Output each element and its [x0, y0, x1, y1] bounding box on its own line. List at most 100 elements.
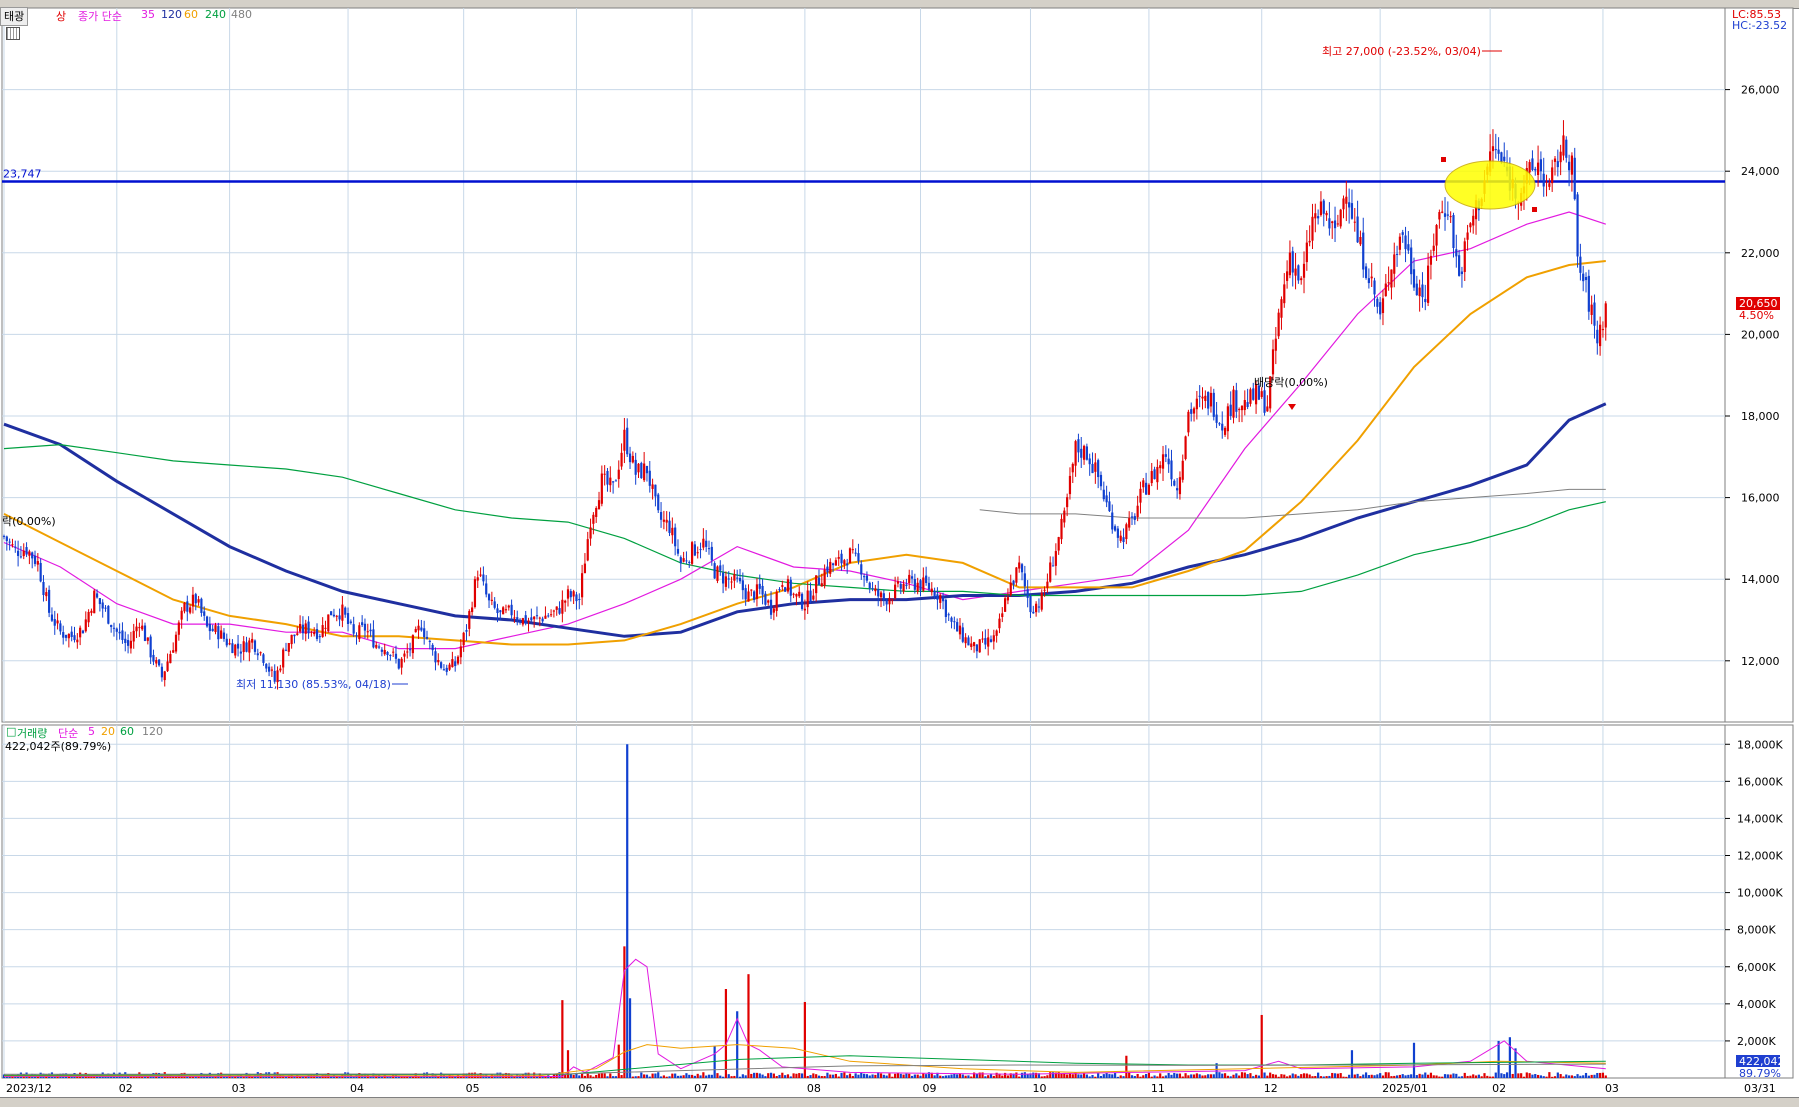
candle-body	[879, 592, 883, 598]
candle-body	[104, 607, 107, 609]
candle-body	[1128, 518, 1131, 528]
ma-period-240[interactable]: 240	[205, 8, 226, 21]
candle-body	[722, 572, 725, 584]
volume-bar	[1176, 1073, 1179, 1078]
volume-bar	[1353, 1074, 1356, 1078]
ma-period-60[interactable]: 60	[184, 8, 198, 21]
volume-ma-5[interactable]: 5	[88, 725, 95, 738]
candle-body	[408, 649, 412, 651]
ma-period-35[interactable]: 35	[141, 8, 155, 21]
volume-bar	[1325, 1076, 1328, 1078]
volume-bar	[730, 1076, 733, 1078]
candle-body	[115, 628, 118, 632]
price-tick-label: 12,000	[1741, 655, 1780, 668]
volume-pct-text: 89.79%	[1739, 1067, 1781, 1080]
candle-body	[180, 610, 183, 620]
candle-body	[860, 564, 863, 575]
candle-body	[888, 597, 891, 605]
volume-bar	[922, 1073, 925, 1078]
volume-bar	[817, 1075, 821, 1078]
signal-marker	[1441, 157, 1446, 162]
grid-toggle-icon[interactable]	[6, 27, 20, 40]
volume-ma-120[interactable]: 120	[142, 725, 163, 738]
volume-bar	[857, 1074, 860, 1078]
candle-body	[651, 484, 654, 489]
candle-body	[1054, 551, 1057, 566]
candle-body	[434, 651, 437, 663]
period-type-label[interactable]: 상	[56, 8, 66, 24]
candle-body	[1088, 458, 1091, 465]
stock-name-chip[interactable]: 태광	[0, 7, 29, 26]
volume-bar	[690, 1074, 694, 1078]
volume-bar	[1395, 1075, 1399, 1078]
candle-body	[1190, 409, 1193, 414]
volume-bar	[1294, 1074, 1297, 1078]
volume-bar	[1410, 1074, 1413, 1078]
ma-type-label[interactable]: 종가 단순	[78, 8, 122, 24]
candle-body	[1139, 488, 1142, 503]
candle-body	[659, 512, 663, 520]
volume-bar	[487, 1076, 491, 1078]
volume-bar	[696, 1073, 699, 1078]
candle-body	[1300, 278, 1303, 281]
candle-body	[640, 463, 643, 479]
volume-bar	[953, 1073, 956, 1078]
candle-body	[62, 632, 65, 638]
candle-body	[806, 590, 809, 608]
price-panel-frame	[1, 7, 1726, 723]
volume-bar	[1548, 1072, 1551, 1078]
candle-body	[502, 607, 505, 615]
signal-marker	[1532, 207, 1537, 212]
volume-bar	[744, 1075, 747, 1078]
candle-body	[98, 598, 101, 605]
candle-body	[1596, 329, 1599, 344]
candle-body	[524, 615, 527, 624]
stock-chart: 2023/12 02 03 04 05 06 07 08 09 10 11 12 2025/01 02 03…	[0, 0, 1799, 1106]
volume-bar	[1331, 1072, 1334, 1078]
volume-bar	[755, 1072, 759, 1078]
volume-bar	[688, 1074, 691, 1078]
candle-body	[1136, 505, 1139, 518]
candle-body	[595, 508, 598, 517]
candle-body	[149, 636, 152, 658]
candle-body	[19, 556, 23, 558]
candle-body	[1057, 537, 1060, 551]
candle-body	[499, 610, 502, 613]
volume-value-label: 422,042주(89.79%)	[5, 740, 112, 753]
x-tick-label: 05	[466, 1082, 480, 1095]
volume-bar	[1209, 1074, 1213, 1078]
candle-body	[891, 599, 894, 601]
candle-body	[575, 594, 578, 602]
candle-body	[346, 613, 350, 625]
volume-bar	[1283, 1074, 1286, 1078]
candle-body	[1384, 283, 1387, 297]
volume-bar	[981, 1072, 984, 1078]
candle-body	[366, 631, 369, 633]
volume-bar	[908, 1073, 911, 1078]
candle-body	[719, 565, 722, 571]
candle-body	[1105, 495, 1108, 503]
candle-body	[242, 641, 245, 653]
volume-bar	[1570, 1075, 1574, 1078]
candle-body	[290, 634, 293, 645]
volume-bar	[1207, 1074, 1210, 1078]
volume-bar	[1486, 1075, 1489, 1078]
ma-period-120[interactable]: 120	[161, 8, 182, 21]
candle-body	[1173, 480, 1176, 486]
candle-body	[1023, 573, 1026, 587]
candle-body	[657, 494, 660, 511]
candle-body	[699, 549, 702, 551]
volume-ma-20[interactable]: 20	[101, 725, 115, 738]
volume-bar	[1469, 1075, 1472, 1078]
candle-body	[1553, 158, 1557, 162]
volume-bar	[829, 1074, 832, 1078]
volume-tick-label: 18,000K	[1737, 738, 1783, 751]
ma-period-480[interactable]: 480	[231, 8, 252, 21]
candle-body	[521, 618, 524, 625]
candle-body	[324, 627, 327, 629]
volume-ma-60[interactable]: 60	[120, 725, 134, 738]
volume-bar	[1071, 1074, 1074, 1078]
volume-bar	[1525, 1072, 1528, 1078]
candle-body	[304, 623, 307, 634]
candle-body	[1066, 497, 1069, 508]
